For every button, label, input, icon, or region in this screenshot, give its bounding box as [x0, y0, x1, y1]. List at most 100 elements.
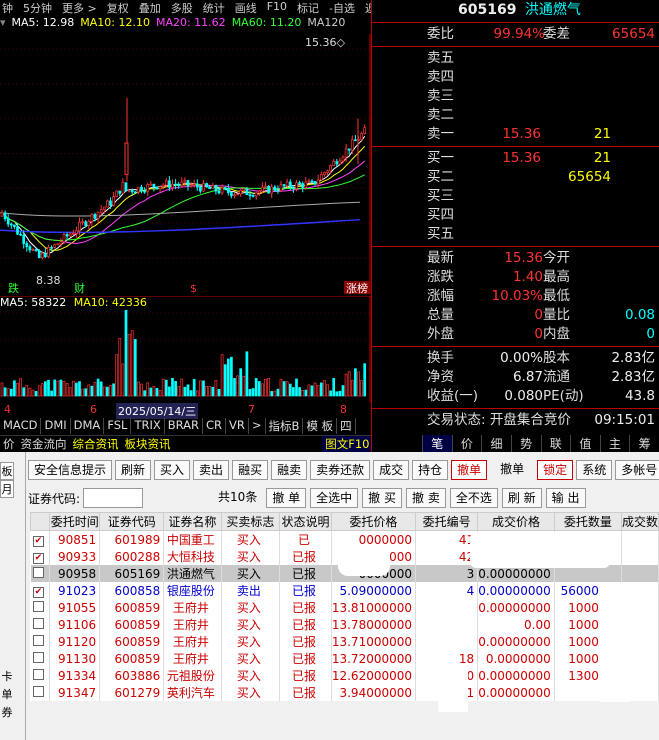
order-checkbox-cell[interactable]: ✔ — [30, 582, 51, 599]
order-checkbox-cell[interactable] — [30, 684, 51, 701]
toolbar-item[interactable]: 5分钟 — [21, 0, 54, 14]
indicator-tab[interactable]: DMI — [41, 418, 71, 434]
toolbar-item[interactable]: F10 — [265, 0, 289, 14]
trade-toolbar-button[interactable]: 锁定 — [537, 460, 574, 480]
order-checkbox[interactable] — [32, 651, 44, 663]
toolbar-item[interactable]: 叠加 — [137, 0, 163, 14]
indicator-tab[interactable]: 模 板 — [303, 418, 338, 434]
toolbar-item[interactable]: 画线 — [233, 0, 259, 14]
info-tab[interactable]: 板块资讯 — [122, 436, 174, 452]
quote-tab[interactable]: 筹 — [629, 435, 659, 452]
indicator-tab[interactable]: TRIX — [131, 418, 165, 434]
order-checkbox-cell[interactable] — [30, 599, 51, 616]
indicator-tab[interactable]: 四 — [337, 418, 356, 434]
indicator-tab[interactable]: MACD — [0, 418, 42, 434]
order-action-button[interactable]: 全选中 — [310, 488, 359, 508]
orders-column-header[interactable]: 买卖标志 — [220, 512, 281, 531]
trade-toolbar-button[interactable]: 融卖 — [271, 460, 308, 480]
info-tab[interactable]: 资金流向 — [18, 436, 70, 452]
info-tab[interactable]: 图文F10 — [322, 436, 373, 452]
indicator-tab[interactable]: > — [249, 418, 266, 434]
code-input[interactable] — [83, 488, 144, 508]
trade-toolbar-button[interactable]: 买入 — [154, 460, 191, 480]
order-action-button[interactable]: 撤 买 — [362, 488, 402, 508]
order-row[interactable]: 91106 600859 王府井 买入 已报 13.78000000 0.00 1000.00 — [30, 616, 659, 633]
order-checkbox[interactable] — [32, 566, 44, 578]
order-action-button[interactable]: 撤 卖 — [406, 488, 446, 508]
order-row[interactable]: 91120 600859 王府井 买入 已报 13.71000000 0.00000000 1… — [30, 633, 659, 650]
trade-toolbar-button[interactable]: 成交 — [373, 460, 410, 480]
order-checkbox-cell[interactable] — [30, 667, 51, 684]
orders-column-header[interactable]: 证券名称 — [163, 512, 222, 531]
order-row[interactable]: 91334603886元祖股份买入已报12.62000000500.000000… — [30, 667, 659, 684]
order-action-button[interactable]: 刷 新 — [501, 488, 542, 508]
orders-column-header[interactable] — [29, 512, 51, 531]
order-checkbox-cell[interactable]: ✔ — [30, 548, 51, 565]
orders-column-header[interactable]: 状态说明 — [279, 512, 332, 531]
order-action-button[interactable]: 全不选 — [449, 488, 498, 508]
orders-column-header[interactable]: 委托编号 — [415, 512, 479, 531]
order-row[interactable]: 91055 600859 王府井 买入 已报 13.81000000 0.00000000 1… — [30, 599, 659, 616]
indicator-tab[interactable]: FSL — [104, 418, 132, 434]
order-action-button[interactable]: 共10条 — [213, 488, 262, 508]
order-checkbox[interactable]: ✔ — [32, 536, 44, 547]
quote-tab[interactable]: 细 — [481, 435, 511, 452]
order-checkbox-cell[interactable] — [30, 650, 51, 667]
toolbar-item[interactable]: 钟 — [0, 0, 15, 14]
kline-chart[interactable]: 15.0014.0013.0012.0011.0010.009.0012.841… — [0, 34, 420, 294]
quote-tab[interactable]: 势 — [510, 435, 541, 452]
toolbar-item[interactable]: 统计 — [201, 0, 227, 14]
trade-toolbar-button[interactable]: 持仓 — [412, 460, 449, 480]
toolbar-item[interactable]: 复权 — [105, 0, 131, 14]
side-menu-item[interactable]: 卡 — [0, 668, 14, 684]
toolbar-item[interactable]: 多股 — [169, 0, 195, 14]
orders-column-header[interactable]: 委托价格 — [330, 512, 417, 531]
order-row[interactable]: 91130 600859 王府井 买入 已报 13.72000000 18 0.0000000… — [30, 650, 659, 667]
trade-toolbar-button[interactable]: 多帐号 — [615, 460, 659, 480]
trade-toolbar-button[interactable]: 卖出 — [193, 460, 230, 480]
orders-column-header[interactable]: 委托时间 — [49, 512, 101, 531]
indicator-tab[interactable]: DMA — [71, 418, 105, 434]
indicator-tab[interactable]: BRAR — [165, 418, 204, 434]
orders-column-header[interactable]: 证券代码 — [99, 512, 165, 531]
order-checkbox-cell[interactable] — [30, 565, 51, 582]
order-checkbox[interactable] — [32, 634, 44, 646]
order-row[interactable]: 91347601279英利汽车买入已报3.94000000510.0000000… — [30, 684, 659, 701]
volume-chart[interactable]: 300002000010000X10 — [0, 296, 420, 402]
toolbar-item[interactable]: -自选 — [327, 0, 357, 14]
toolbar-item[interactable]: 更多 > — [60, 0, 99, 14]
side-menu-item[interactable]: 券 — [0, 704, 14, 720]
trade-toolbar-button[interactable]: 融买 — [232, 460, 269, 480]
side-menu-item[interactable]: 单 — [0, 686, 14, 702]
order-checkbox[interactable]: ✔ — [32, 587, 44, 598]
order-checkbox-cell[interactable]: ✔ — [30, 530, 51, 548]
trade-toolbar-button[interactable]: 安全信息提示 — [28, 460, 113, 480]
order-action-button[interactable]: 撤 单 — [266, 488, 307, 508]
order-checkbox[interactable] — [32, 668, 44, 680]
quote-tab[interactable]: 价 — [451, 435, 482, 452]
info-tab[interactable]: 综合资讯 — [70, 436, 122, 452]
order-checkbox-cell[interactable] — [30, 616, 51, 633]
indicator-tab[interactable]: CR — [203, 418, 227, 434]
quote-tab[interactable]: 值 — [570, 435, 600, 452]
orders-column-header[interactable]: 成交价格 — [477, 512, 555, 531]
trade-toolbar-button[interactable]: 刷新 — [115, 460, 152, 480]
order-checkbox[interactable] — [32, 617, 44, 629]
ma-legend-arrow-icon[interactable]: ▾ — [0, 16, 6, 32]
order-action-button[interactable]: 输 出 — [545, 488, 586, 508]
order-checkbox[interactable]: ✔ — [32, 553, 44, 564]
side-menu-item[interactable]: 月 — [0, 480, 14, 498]
order-checkbox[interactable] — [32, 600, 44, 612]
order-row[interactable]: ✔ 91023 600858 银座股份 卖出 已报 5.09000000 4 0.0000000… — [30, 582, 659, 599]
indicator-tab[interactable]: 指标B — [266, 418, 304, 434]
order-checkbox-cell[interactable] — [30, 633, 51, 650]
toolbar-item[interactable]: 标记 — [295, 0, 321, 14]
info-tab[interactable]: 价 — [0, 436, 18, 452]
trade-toolbar-button[interactable]: 系统 — [576, 460, 613, 480]
orders-column-header[interactable]: 成交数 — [620, 512, 659, 531]
trade-toolbar-button[interactable]: 撤单 — [451, 460, 488, 480]
side-menu-item[interactable]: 板 — [0, 462, 14, 480]
orders-column-header[interactable]: 委托数量 — [553, 512, 622, 531]
indicator-tab[interactable]: VR — [226, 418, 249, 434]
trade-toolbar-button[interactable]: 卖券还款 — [310, 460, 371, 480]
